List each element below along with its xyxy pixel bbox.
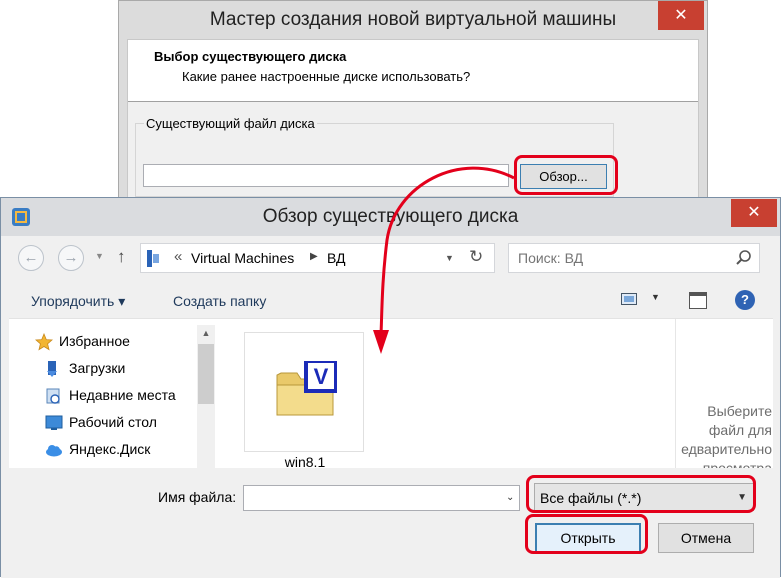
disk-path-input[interactable]: [143, 164, 509, 187]
scrollbar-thumb[interactable]: [198, 344, 214, 404]
search-box[interactable]: [508, 243, 760, 273]
recent-places-icon: [46, 388, 60, 404]
view-options-chevron-icon[interactable]: ▼: [651, 292, 660, 302]
breadcrumb-separator-icon[interactable]: ▶: [310, 251, 318, 262]
organize-menu-button[interactable]: Упорядочить ▾: [31, 293, 125, 310]
search-icon[interactable]: [735, 249, 753, 267]
new-folder-button[interactable]: Создать папку: [173, 293, 266, 309]
command-toolbar: Упорядочить ▾ Создать папку ▼ ?: [1, 284, 780, 318]
up-arrow-icon[interactable]: ↑: [117, 247, 126, 267]
filename-input[interactable]: [243, 485, 520, 511]
preview-hint: Выберите файл для едварительно просмотра: [676, 402, 773, 469]
star-icon: [35, 333, 53, 351]
breadcrumb-overflow[interactable]: «: [174, 248, 182, 265]
navigation-pane: Избранное Загрузки Недавние места Рабочи…: [9, 319, 217, 469]
dialog-title: Обзор существующего диска: [262, 206, 519, 227]
wizard-close-button[interactable]: ✕: [658, 1, 704, 30]
file-list: V win8.1: [223, 319, 675, 470]
content-area: Избранное Загрузки Недавние места Рабочи…: [9, 318, 773, 470]
disk-file-group-label: Существующий файл диска: [144, 116, 317, 131]
dialog-titlebar: Обзор существующего диска ✕: [1, 198, 780, 236]
wizard-header: Выбор существующего диска Какие ранее на…: [128, 40, 698, 102]
downloads-icon: [47, 361, 57, 377]
filename-label: Имя файла:: [158, 489, 237, 505]
preview-hint-line: Выберите: [707, 403, 772, 419]
sidebar-item-label: Недавние места: [69, 387, 176, 403]
address-bar[interactable]: « Virtual Machines ▶ ВД ▼ ↻: [140, 243, 495, 273]
sidebar-item-label: Загрузки: [69, 360, 126, 376]
wizard-step-title: Выбор существующего диска: [154, 49, 347, 64]
navigation-pane-scrollbar[interactable]: ▲: [197, 325, 215, 469]
cancel-button[interactable]: Отмена: [658, 523, 754, 553]
wizard-title: Мастер создания новой виртуальной машины: [209, 9, 617, 30]
help-icon[interactable]: ?: [735, 290, 755, 310]
preview-hint-line: файл для: [708, 422, 772, 438]
back-arrow-icon[interactable]: ←: [18, 245, 44, 271]
svg-text:V: V: [314, 364, 329, 389]
file-item-win81[interactable]: V: [244, 332, 364, 452]
cloud-icon: [46, 445, 62, 457]
preview-hint-line: едварительно: [681, 441, 772, 457]
highlight-open-button: [525, 514, 648, 554]
breadcrumb-virtual-machines[interactable]: Virtual Machines: [191, 250, 294, 266]
wizard-step-subtitle: Какие ранее настроенные диске использова…: [182, 69, 471, 84]
scroll-up-arrow-icon[interactable]: ▲: [197, 325, 215, 341]
desktop-icon: [45, 415, 63, 430]
recent-locations-chevron-icon[interactable]: ▼: [95, 251, 104, 261]
location-icon: [147, 250, 159, 267]
highlight-browse-button: [514, 155, 618, 195]
dialog-close-button[interactable]: ✕: [731, 199, 777, 227]
navigation-bar: ← → ▼ ↑ « Virtual Machines ▶ ВД ▼ ↻: [1, 236, 780, 280]
highlight-file-type-select: [526, 475, 756, 513]
wizard-window: Мастер создания новой виртуальной машины…: [118, 0, 708, 200]
sidebar-item-label: Избранное: [59, 333, 130, 349]
view-mode-icon[interactable]: [621, 293, 637, 305]
search-input[interactable]: [509, 244, 729, 272]
preview-pane-toggle-icon[interactable]: [689, 292, 707, 309]
forward-arrow-icon[interactable]: →: [58, 245, 84, 271]
breadcrumb-vd[interactable]: ВД: [327, 250, 346, 266]
preview-pane: Выберите файл для едварительно просмотра: [675, 319, 773, 469]
vbox-folder-icon: V: [276, 361, 337, 416]
browse-dialog: Обзор существующего диска ✕ ← → ▼ ↑ « Vi…: [0, 197, 781, 578]
refresh-icon[interactable]: ↻: [469, 247, 483, 267]
sidebar-item-label: Яндекс.Диск: [69, 441, 151, 457]
address-history-chevron-icon[interactable]: ▼: [445, 253, 454, 263]
sidebar-item-label: Рабочий стол: [69, 414, 157, 430]
